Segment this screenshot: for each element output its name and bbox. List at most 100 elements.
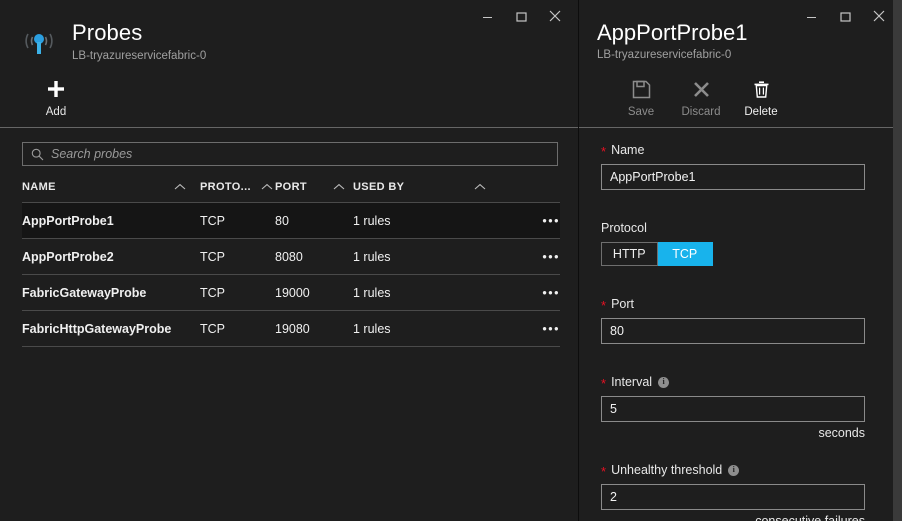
port-label-row: * Port <box>601 296 876 312</box>
row-name: FabricGatewayProbe <box>22 275 200 311</box>
detail-subtitle: LB-tryazureservicefabric-0 <box>597 49 902 61</box>
probe-details-blade: AppPortProbe1 LB-tryazureservicefabric-0… <box>578 0 902 521</box>
row-name: FabricHttpGatewayProbe <box>22 311 200 347</box>
maximize-icon <box>516 11 527 22</box>
right-header-divider <box>579 127 902 128</box>
name-field-group: * Name <box>601 142 876 190</box>
info-icon[interactable]: i <box>658 377 669 388</box>
unhealthy-threshold-input[interactable] <box>601 484 865 510</box>
discard-button[interactable]: Discard <box>671 77 731 118</box>
detail-command-bar: Save Discard <box>611 77 902 118</box>
add-button-label: Add <box>46 106 66 118</box>
table-row[interactable]: AppPortProbe1 TCP 80 1 rules ••• <box>22 203 560 239</box>
row-used-by: 1 rules <box>353 275 498 311</box>
close-icon <box>549 10 561 22</box>
row-port: 19080 <box>275 311 353 347</box>
row-protocol: TCP <box>200 275 275 311</box>
save-button-label: Save <box>628 106 654 118</box>
delete-button-label: Delete <box>744 106 777 118</box>
azure-portal-window: Probes LB-tryazureservicefabric-0 Add <box>0 0 902 521</box>
row-context-menu-button[interactable]: ••• <box>498 239 560 275</box>
row-port: 80 <box>275 203 353 239</box>
name-label: Name <box>611 142 644 158</box>
column-header-port-label: PORT <box>275 181 307 193</box>
column-header-used-by[interactable]: USED BY <box>353 181 498 203</box>
name-input[interactable] <box>601 164 865 190</box>
protocol-option-http[interactable]: HTTP <box>601 242 658 266</box>
interval-field-group: * Interval i seconds <box>601 374 876 440</box>
probes-command-bar: Add <box>0 76 578 118</box>
plus-icon <box>46 76 66 102</box>
unhealthy-threshold-field-group: * Unhealthy threshold i consecutive fail… <box>601 462 876 521</box>
save-icon <box>632 77 651 101</box>
info-icon[interactable]: i <box>728 465 739 476</box>
row-context-menu-button[interactable]: ••• <box>498 311 560 347</box>
row-port: 8080 <box>275 239 353 275</box>
page-subtitle: LB-tryazureservicefabric-0 <box>72 49 206 63</box>
probe-icon <box>18 22 60 64</box>
name-label-row: * Name <box>601 142 876 158</box>
column-header-port[interactable]: PORT <box>275 181 353 203</box>
row-used-by: 1 rules <box>353 311 498 347</box>
interval-label-row: * Interval i <box>601 374 876 390</box>
search-icon <box>31 148 44 161</box>
interval-suffix: seconds <box>601 426 865 440</box>
search-area <box>0 128 578 166</box>
minimize-button[interactable] <box>794 2 828 30</box>
table-header-row: NAME PROTO... <box>22 181 560 203</box>
sort-chevron-up-icon <box>261 183 273 191</box>
column-header-name[interactable]: NAME <box>22 181 200 203</box>
minimize-icon <box>482 11 493 22</box>
protocol-option-tcp[interactable]: TCP <box>658 242 714 266</box>
minimize-button[interactable] <box>470 2 504 30</box>
protocol-toggle: HTTP TCP <box>601 242 713 266</box>
row-used-by: 1 rules <box>353 239 498 275</box>
table-row[interactable]: FabricHttpGatewayProbe TCP 19080 1 rules… <box>22 311 560 347</box>
probes-blade: Probes LB-tryazureservicefabric-0 Add <box>0 0 578 521</box>
search-input[interactable] <box>51 147 531 161</box>
add-button[interactable]: Add <box>28 76 84 118</box>
column-header-name-label: NAME <box>22 181 56 193</box>
left-window-controls <box>470 0 572 32</box>
discard-button-label: Discard <box>682 106 721 118</box>
port-label: Port <box>611 296 634 312</box>
delete-button[interactable]: Delete <box>731 77 791 118</box>
interval-label: Interval <box>611 374 652 390</box>
protocol-label-row: Protocol <box>601 220 876 236</box>
row-used-by: 1 rules <box>353 203 498 239</box>
required-asterisk: * <box>601 301 606 311</box>
left-header-divider <box>0 127 578 128</box>
port-input[interactable] <box>601 318 865 344</box>
maximize-button[interactable] <box>828 2 862 30</box>
interval-input[interactable] <box>601 396 865 422</box>
vertical-scrollbar[interactable] <box>893 0 902 521</box>
maximize-icon <box>840 11 851 22</box>
close-icon <box>873 10 885 22</box>
row-name: AppPortProbe2 <box>22 239 200 275</box>
save-button[interactable]: Save <box>611 77 671 118</box>
search-box[interactable] <box>22 142 558 166</box>
minimize-icon <box>806 11 817 22</box>
column-header-used-by-label: USED BY <box>353 181 404 193</box>
required-asterisk: * <box>601 379 606 389</box>
column-header-protocol-label: PROTO... <box>200 181 251 193</box>
protocol-label: Protocol <box>601 220 647 236</box>
close-button[interactable] <box>862 2 896 30</box>
column-header-protocol[interactable]: PROTO... <box>200 181 275 203</box>
table-row[interactable]: AppPortProbe2 TCP 8080 1 rules ••• <box>22 239 560 275</box>
row-context-menu-button[interactable]: ••• <box>498 203 560 239</box>
row-name: AppPortProbe1 <box>22 203 200 239</box>
close-button[interactable] <box>538 2 572 30</box>
protocol-field-group: Protocol HTTP TCP <box>601 220 876 266</box>
row-context-menu-button[interactable]: ••• <box>498 275 560 311</box>
table-row[interactable]: FabricGatewayProbe TCP 19000 1 rules ••• <box>22 275 560 311</box>
sort-chevron-up-icon <box>174 183 186 191</box>
right-window-controls <box>794 0 896 32</box>
maximize-button[interactable] <box>504 2 538 30</box>
unhealthy-threshold-suffix: consecutive failures <box>601 514 865 521</box>
probes-table: NAME PROTO... <box>22 181 560 347</box>
port-field-group: * Port <box>601 296 876 344</box>
unhealthy-threshold-label: Unhealthy threshold <box>611 462 722 478</box>
probes-table-wrap: NAME PROTO... <box>0 181 578 347</box>
column-header-actions <box>498 181 560 203</box>
